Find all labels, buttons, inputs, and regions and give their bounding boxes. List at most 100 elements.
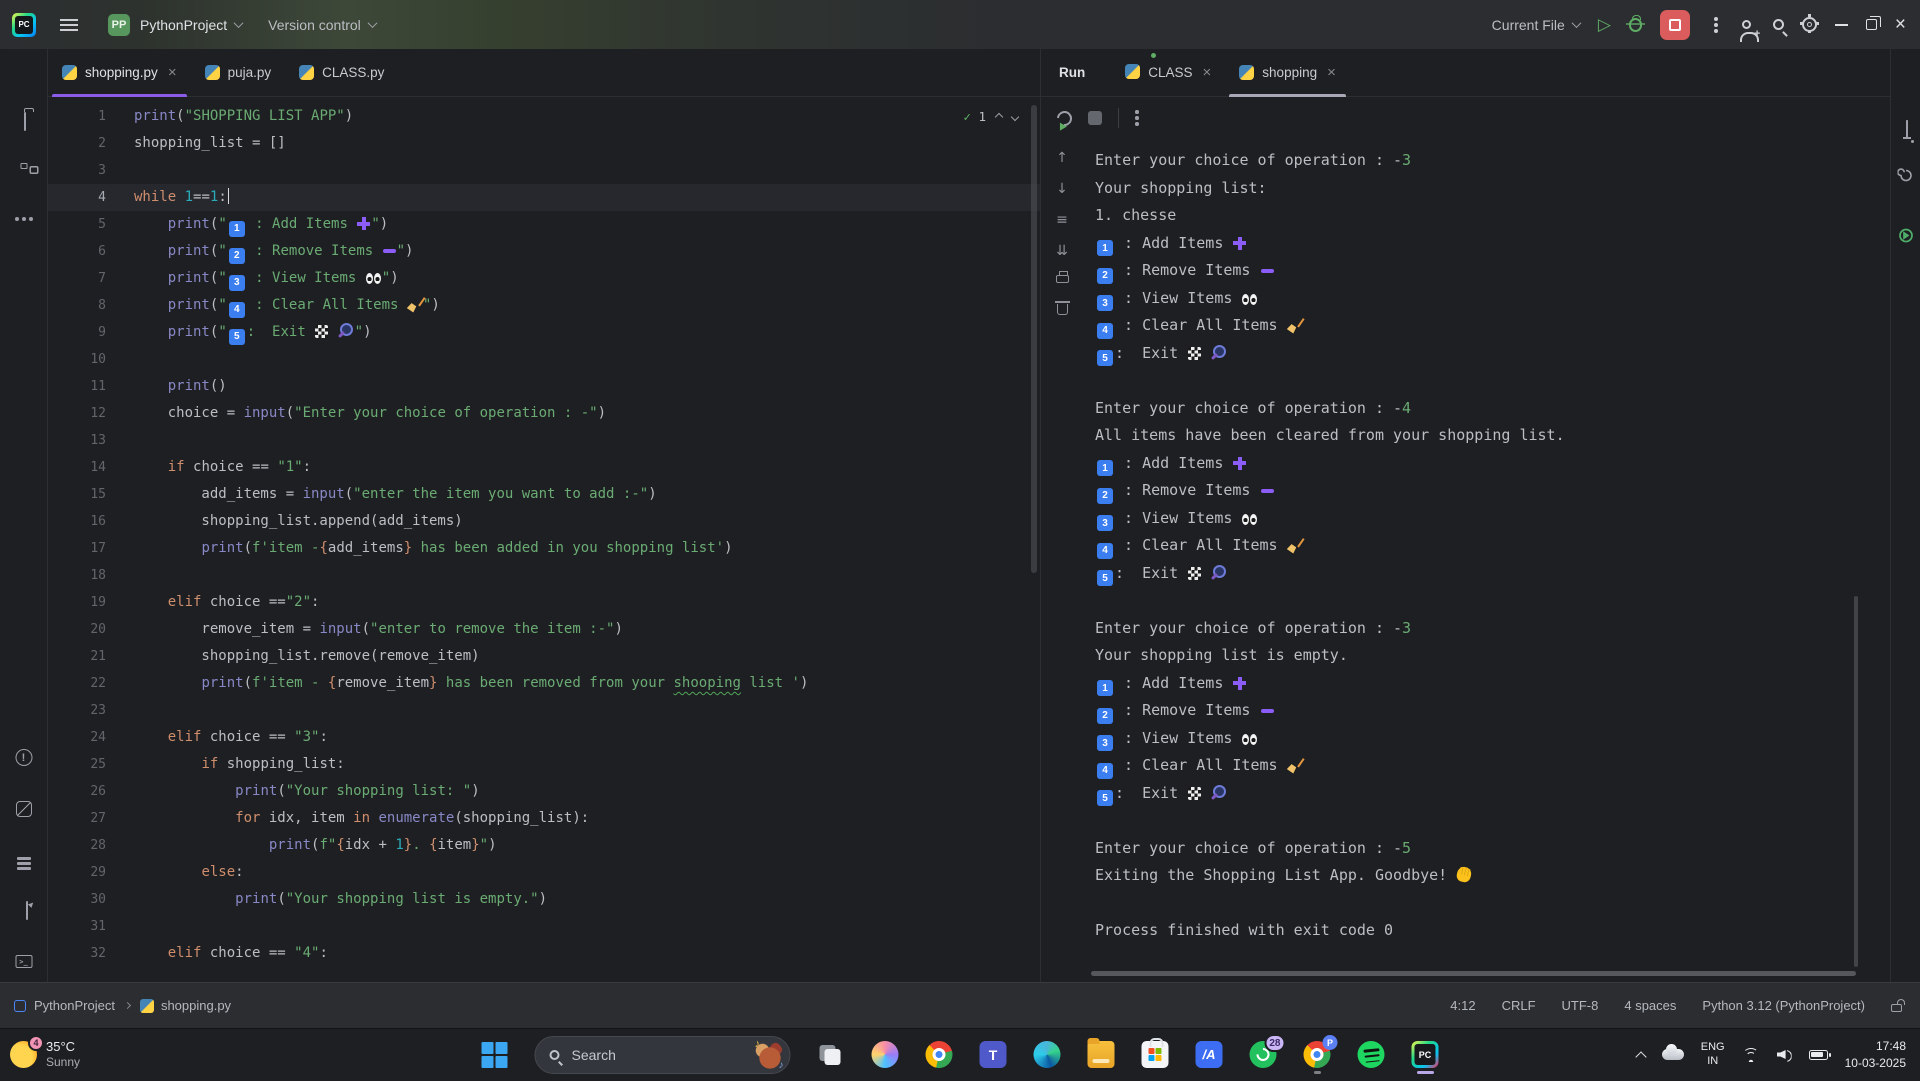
console-line-29: Process finished with exit code 0 xyxy=(1095,917,1850,945)
emoji-keycap-3: 3 xyxy=(229,275,245,291)
console-line-19: Your shopping list is empty. xyxy=(1095,642,1850,670)
spotify-icon[interactable] xyxy=(1358,1041,1385,1068)
soft-wrap-icon[interactable]: ≡ xyxy=(1056,213,1068,227)
onedrive-icon[interactable] xyxy=(1662,1049,1684,1060)
whatsapp-icon[interactable]: 28 xyxy=(1250,1041,1277,1068)
run-config-selector[interactable]: Current File xyxy=(1492,17,1580,33)
emoji-minus-icon xyxy=(1261,269,1274,273)
print-console-icon[interactable] xyxy=(1056,275,1069,283)
tab-close-icon[interactable]: × xyxy=(168,64,177,81)
line-number: 25 xyxy=(48,751,120,778)
code-lines: 1print("SHOPPING LIST APP")2shopping_lis… xyxy=(48,103,1040,967)
window-restore-button[interactable] xyxy=(1866,19,1877,30)
project-selector[interactable]: PythonProject xyxy=(140,17,242,33)
code-text: elif choice == "4": xyxy=(120,940,328,967)
readonly-lock-icon[interactable] xyxy=(1891,1004,1902,1012)
rerun-button[interactable] xyxy=(1054,107,1075,128)
console-options-icon[interactable] xyxy=(1135,116,1139,120)
code-line-23: 23 xyxy=(48,697,1040,724)
clock-widget[interactable]: 17:48 10-03-2025 xyxy=(1845,1038,1906,1070)
add-user-icon[interactable] xyxy=(1742,20,1751,29)
services-tool-icon[interactable] xyxy=(26,901,28,920)
chevron-down-icon xyxy=(1571,18,1581,28)
battery-icon[interactable] xyxy=(1809,1050,1828,1060)
python-packages-icon[interactable] xyxy=(17,857,31,860)
tray-expand-icon[interactable] xyxy=(1635,1051,1646,1062)
chrome-profile-icon[interactable]: P xyxy=(1304,1041,1331,1068)
copilot-icon[interactable] xyxy=(872,1041,899,1068)
settings-gear-icon[interactable] xyxy=(1802,17,1817,32)
search-placeholder: Search xyxy=(572,1047,754,1063)
more-actions-icon[interactable] xyxy=(1714,23,1718,27)
file-explorer-icon[interactable] xyxy=(1088,1041,1115,1068)
window-minimize-button[interactable] xyxy=(1835,24,1848,26)
ai-assistant-icon[interactable] xyxy=(1897,167,1914,184)
line-number: 30 xyxy=(48,886,120,913)
window-close-button[interactable]: × xyxy=(1895,15,1906,34)
run-button[interactable]: ▷ xyxy=(1598,16,1611,33)
console-line-8: 5: Exit xyxy=(1095,340,1850,368)
tab-class-py[interactable]: CLASS.py xyxy=(285,49,398,96)
problems-tool-icon[interactable]: ! xyxy=(15,749,32,766)
terminal-tool-icon[interactable]: >_ xyxy=(15,955,32,968)
teams-icon[interactable]: T xyxy=(980,1041,1007,1068)
next-problem-icon[interactable] xyxy=(1011,112,1019,120)
interpreter[interactable]: Python 3.12 (PythonProject) xyxy=(1702,998,1865,1013)
emoji-mag-icon xyxy=(1212,345,1227,360)
run-tab-class[interactable]: CLASS × xyxy=(1111,49,1225,96)
console-horizontal-scrollbar[interactable] xyxy=(1091,971,1856,976)
indent-setting[interactable]: 4 spaces xyxy=(1624,998,1676,1013)
python-console-icon[interactable] xyxy=(16,801,32,817)
breadcrumb-project[interactable]: PythonProject xyxy=(34,998,115,1013)
line-ending[interactable]: CRLF xyxy=(1502,998,1536,1013)
slash-a-app-icon[interactable]: /A xyxy=(1196,1041,1223,1068)
volume-icon[interactable] xyxy=(1777,1048,1792,1061)
more-tool-windows-icon[interactable] xyxy=(22,217,26,221)
edge-icon[interactable] xyxy=(1034,1041,1061,1068)
stop-button[interactable] xyxy=(1660,10,1690,40)
coding-agent-icon[interactable] xyxy=(1897,227,1914,244)
down-stack-icon[interactable]: ↓ xyxy=(1056,182,1068,196)
console-output[interactable]: Enter your choice of operation : -3Your … xyxy=(1083,139,1850,966)
run-tab-shopping[interactable]: shopping × xyxy=(1225,49,1350,96)
code-editor[interactable]: ✓ 1 1print("SHOPPING LIST APP")2shopping… xyxy=(48,97,1040,981)
code-line-32: 32 elif choice == "4": xyxy=(48,940,1040,967)
tab-puja-py[interactable]: puja.py xyxy=(191,49,286,96)
code-text: for idx, item in enumerate(shopping_list… xyxy=(120,805,589,832)
debug-button[interactable] xyxy=(1629,18,1642,32)
wifi-icon[interactable] xyxy=(1742,1048,1760,1062)
project-tool-icon[interactable] xyxy=(24,112,26,131)
clear-console-icon[interactable] xyxy=(1057,304,1068,315)
editor-scrollbar[interactable] xyxy=(1031,105,1037,573)
pycharm-taskbar-icon[interactable] xyxy=(1412,1041,1439,1068)
scroll-to-end-icon[interactable]: ⇊ xyxy=(1056,244,1068,258)
tab-close-icon[interactable]: × xyxy=(1203,64,1212,81)
microsoft-store-icon[interactable] xyxy=(1142,1041,1169,1068)
taskbar-search[interactable]: Search xyxy=(535,1036,791,1074)
structure-tool-icon[interactable] xyxy=(20,163,27,169)
caret-position[interactable]: 4:12 xyxy=(1450,998,1475,1013)
file-encoding[interactable]: UTF-8 xyxy=(1562,998,1599,1013)
line-number: 22 xyxy=(48,670,120,697)
weather-widget[interactable]: 4 35°C Sunny xyxy=(10,1039,80,1070)
language-switcher[interactable]: ENGIN xyxy=(1701,1041,1725,1067)
inspection-widget[interactable]: ✓ 1 xyxy=(963,109,1018,124)
tab-shopping-py[interactable]: shopping.py × xyxy=(48,49,191,96)
main-menu-icon[interactable] xyxy=(60,19,78,31)
prev-problem-icon[interactable] xyxy=(995,112,1003,120)
toolbar-divider xyxy=(1118,108,1119,128)
python-file-icon xyxy=(1239,65,1254,80)
breadcrumb-file[interactable]: shopping.py xyxy=(161,998,231,1013)
line-number: 29 xyxy=(48,859,120,886)
search-everywhere-icon[interactable] xyxy=(1773,19,1784,30)
task-view-button[interactable] xyxy=(818,1041,845,1068)
console-vertical-scrollbar[interactable] xyxy=(1854,596,1858,967)
tab-close-icon[interactable]: × xyxy=(1327,64,1336,81)
chrome-icon[interactable] xyxy=(926,1041,953,1068)
start-button[interactable] xyxy=(482,1042,508,1068)
vcs-menu[interactable]: Version control xyxy=(268,17,376,33)
console-line-11: All items have been cleared from your sh… xyxy=(1095,422,1850,450)
notifications-bell-icon[interactable] xyxy=(1906,120,1908,138)
stop-disabled-button[interactable] xyxy=(1088,111,1102,125)
up-stack-icon[interactable]: ↑ xyxy=(1056,151,1068,165)
